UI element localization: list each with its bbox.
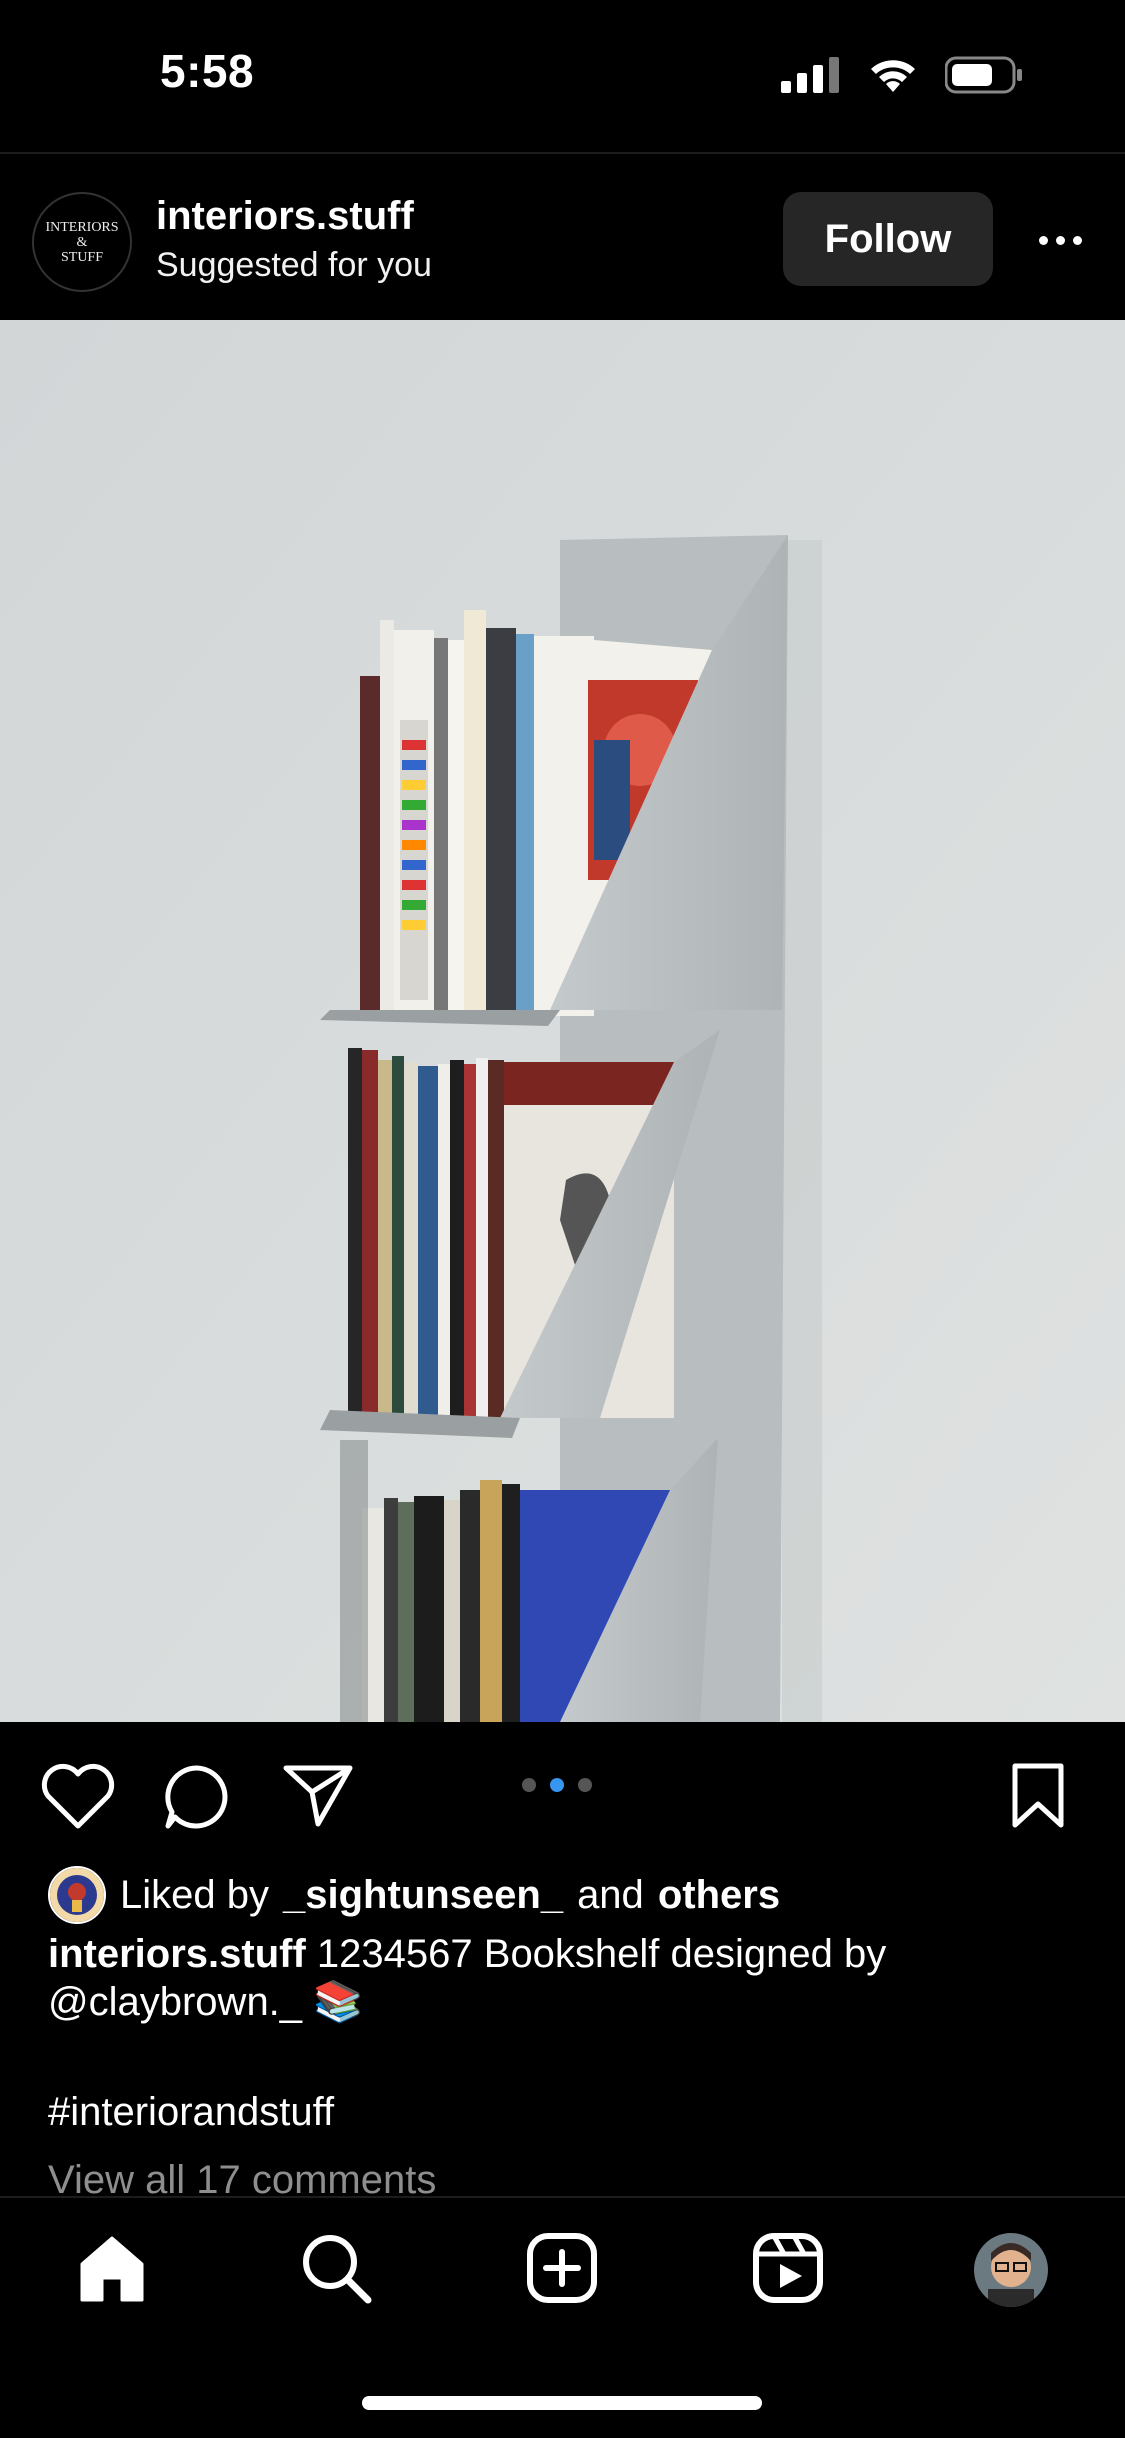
caption-username[interactable]: interiors.stuff [48,1932,306,1976]
caption-hashtag[interactable]: #interiorandstuff [48,2090,334,2135]
avatar-text-line1: INTERIORS [45,219,119,235]
home-indicator[interactable] [362,2396,762,2410]
profile-avatar[interactable] [974,2233,1048,2307]
post-image[interactable] [0,320,1125,1722]
avatar-text-line2: & [76,234,88,250]
liked-by-others-link[interactable]: others [658,1873,780,1918]
save-bookmark-icon[interactable] [1010,1762,1066,1830]
status-icons [781,56,1025,94]
reels-icon[interactable] [752,2232,824,2304]
liked-by-prefix: Liked by [120,1872,269,1917]
status-time: 5:58 [160,45,255,97]
like-heart-icon[interactable] [40,1762,116,1830]
avatar-text-line3: STUFF [60,249,104,265]
carousel-dot [578,1778,592,1792]
search-icon[interactable] [300,2232,372,2304]
post-author-avatar[interactable]: INTERIORS & STUFF [32,192,132,292]
signal-icon [781,57,839,93]
carousel-dot-active [550,1778,564,1792]
liked-by-row[interactable]: Liked by _sightunseen_ and others [48,1866,780,1924]
liker-avatar[interactable] [48,1866,106,1924]
create-post-icon[interactable] [526,2232,598,2304]
share-send-icon[interactable] [282,1762,354,1830]
header-divider [0,152,1125,154]
comment-icon[interactable] [162,1762,232,1832]
home-icon[interactable] [76,2232,148,2304]
liked-by-user-link[interactable]: _sightunseen_ [283,1873,563,1918]
battery-icon [945,56,1022,94]
carousel-dot [522,1778,536,1792]
follow-button[interactable]: Follow [783,192,993,286]
more-options-icon[interactable] [1030,222,1090,258]
carousel-indicator [522,1778,592,1792]
post-author-username[interactable]: interiors.stuff [156,194,414,239]
post-suggested-label: Suggested for you [156,246,432,284]
liked-by-and: and [577,1872,644,1917]
view-comments-link[interactable]: View all 17 comments [48,2158,436,2198]
post-caption: interiors.stuff 1234567 Bookshelf design… [48,1930,1068,2026]
wifi-icon [871,60,915,92]
